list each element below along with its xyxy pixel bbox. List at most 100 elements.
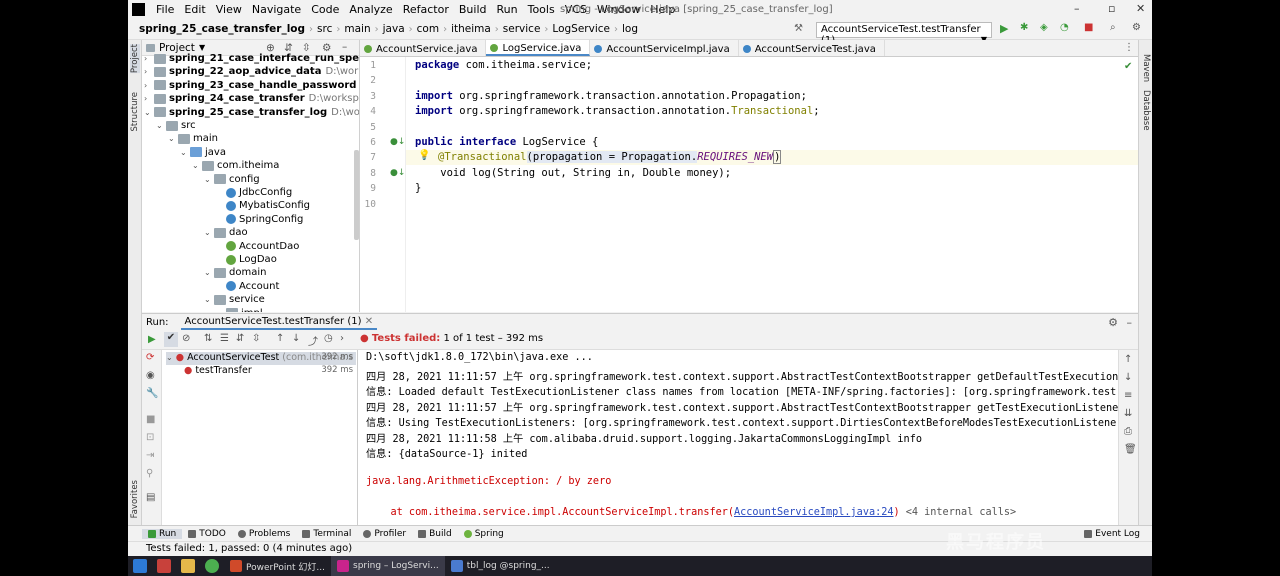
tool-tab-todo[interactable]: TODO (182, 529, 232, 539)
tool-tab-build[interactable]: Build (412, 529, 458, 539)
editor-tab[interactable]: AccountServiceTest.java (739, 40, 885, 56)
run-icon[interactable]: ▶ (1000, 22, 1008, 35)
debug-icon[interactable]: ✱ (1020, 22, 1028, 33)
close-icon[interactable]: ✕ (365, 316, 373, 327)
more-icon[interactable]: › (340, 333, 344, 344)
chevron-down-icon[interactable]: ▼ (199, 43, 205, 52)
stop-icon[interactable]: ■ (146, 414, 155, 425)
folder-icon[interactable] (181, 559, 195, 573)
tree-item[interactable]: › spring_24_case_transferD:\workspace\spr… (144, 92, 359, 105)
taskbar-database[interactable]: tbl_log @spring_... (445, 556, 556, 576)
search-icon[interactable]: ⌕ (1110, 22, 1116, 33)
chevron-down-icon[interactable]: ⌄ (192, 161, 202, 170)
settings-icon[interactable]: ⚙ (1132, 22, 1141, 33)
project-scrollbar[interactable] (354, 150, 359, 240)
internal-calls-fold[interactable]: <4 internal calls> (900, 507, 1016, 518)
tool-tab-problems[interactable]: Problems (232, 529, 296, 539)
print-icon[interactable]: ⎙ (1124, 426, 1132, 437)
menu-view[interactable]: View (211, 3, 247, 16)
maven-tool-tab[interactable]: Maven (1141, 54, 1151, 82)
app-icon[interactable] (157, 559, 171, 573)
menu-edit[interactable]: Edit (179, 3, 210, 16)
coverage-icon[interactable]: ◈ (1040, 22, 1048, 33)
tree-item[interactable]: SpringConfig (216, 213, 303, 226)
chevron-down-icon[interactable]: ⌄ (216, 309, 226, 312)
implemented-gutter-icon[interactable]: ●↓ (390, 137, 405, 147)
show-ignored-icon[interactable]: ⊘ (182, 333, 190, 344)
inspection-ok-icon[interactable]: ✔ (1124, 61, 1132, 72)
bulb-icon[interactable]: 💡 (418, 150, 430, 161)
tree-item[interactable]: › spring_22_aop_advice_dataD:\workspace\s… (144, 65, 359, 78)
run-tab[interactable]: AccountServiceTest.testTransfer (1) ✕ (180, 315, 378, 330)
rerun-icon[interactable]: ▶ (148, 334, 156, 345)
crumb-service[interactable]: service (500, 23, 544, 35)
crumb-itheima[interactable]: itheima (448, 23, 494, 35)
run-config-select[interactable]: AccountServiceTest.testTransfer (1) ▼ (816, 22, 992, 46)
menu-refactor[interactable]: Refactor (398, 3, 454, 16)
tool-tab-terminal[interactable]: Terminal (296, 529, 357, 539)
event-log-tab[interactable]: Event Log (1078, 529, 1146, 539)
tree-item[interactable]: LogDao (216, 253, 277, 266)
layout-icon[interactable]: ▤ (146, 492, 155, 503)
chrome-icon[interactable] (205, 559, 219, 573)
structure-tool-tab[interactable]: Structure (130, 92, 140, 132)
chevron-down-icon[interactable]: ⌄ (168, 134, 178, 143)
tool-tab-run[interactable]: Run (142, 528, 183, 539)
project-tool-tab[interactable]: Project (130, 44, 140, 74)
code-editor[interactable]: 1 2 3 4 5 6 7 8 9 10 ●↓ ●↓ 💡 package com.itheima.… (360, 57, 1138, 312)
menu-build[interactable]: Build (454, 3, 492, 16)
trash-icon[interactable]: 🗑 (1124, 444, 1137, 455)
export-icon[interactable]: ⤴ (308, 333, 318, 348)
next-failed-icon[interactable]: ↓ (292, 333, 300, 344)
scroll-to-end-icon[interactable]: ⇊ (1124, 408, 1132, 419)
taskbar-powerpoint[interactable]: PowerPoint 幻灯... (224, 556, 331, 576)
chevron-right-icon[interactable]: › (144, 81, 154, 90)
tree-item[interactable]: ⌄ config (204, 173, 260, 186)
crumb-com[interactable]: com (414, 23, 442, 35)
profile-icon[interactable]: ◔ (1060, 22, 1069, 33)
tree-item[interactable]: AccountDao (216, 240, 299, 253)
chevron-right-icon[interactable]: › (144, 94, 154, 103)
menu-navigate[interactable]: Navigate (247, 3, 306, 16)
tree-item[interactable]: Account (216, 280, 279, 293)
hammer-icon[interactable]: ⚒ (794, 23, 803, 34)
tree-item[interactable]: ⌄ java (180, 146, 226, 159)
more-tabs-icon[interactable]: ⋮ (1124, 42, 1134, 53)
chevron-down-icon[interactable]: ⌄ (204, 175, 214, 184)
chevron-down-icon[interactable]: ⌄ (204, 295, 214, 304)
database-tool-tab[interactable]: Database (1141, 90, 1151, 131)
close-icon[interactable]: ✕ (1136, 2, 1145, 15)
menu-analyze[interactable]: Analyze (344, 3, 397, 16)
pin-icon[interactable]: ⚲ (146, 468, 153, 479)
gear-icon[interactable]: ⚙ (1108, 316, 1118, 329)
chevron-down-icon[interactable]: ⌄ (204, 228, 214, 237)
tree-item[interactable]: ⌄ main (168, 132, 218, 145)
exit-icon[interactable]: ⇥ (146, 450, 154, 461)
chevron-right-icon[interactable]: › (144, 67, 154, 76)
tree-item[interactable]: ⌄ src (156, 119, 196, 132)
chevron-down-icon[interactable]: ⌄ (156, 121, 166, 130)
stack-trace-link[interactable]: AccountServiceImpl.java:24 (734, 507, 893, 518)
tree-item[interactable]: JdbcConfig (216, 186, 292, 199)
tree-item[interactable]: ⌄ dao (204, 226, 248, 239)
crumb-main[interactable]: main (341, 23, 373, 35)
stop-icon[interactable]: ■ (1084, 22, 1093, 33)
toggle-auto-test-icon[interactable]: ◉ (146, 370, 155, 381)
implemented-gutter-icon[interactable]: ●↓ (390, 168, 405, 178)
tree-item[interactable]: ›spring_23_case_handle_passwordD:\works (144, 79, 359, 92)
crumb-logservice[interactable]: LogService (549, 23, 613, 35)
editor-tab[interactable]: AccountServiceImpl.java (590, 40, 739, 56)
chevron-right-icon[interactable]: › (144, 54, 154, 63)
crumb-log[interactable]: log (619, 23, 641, 35)
tree-item[interactable]: ⌄ com.itheima (192, 159, 279, 172)
console-output[interactable]: D:\soft\jdk1.8.0_172\bin\java.exe ... 四月 … (358, 350, 1118, 525)
test-suite-row[interactable]: ⌄ ● AccountServiceTest (com.itheima.s 39… (166, 352, 356, 365)
menu-code[interactable]: Code (306, 3, 344, 16)
favorites-tool-tab[interactable]: Favorites (130, 480, 140, 518)
camera-icon[interactable]: ⊡ (146, 432, 154, 443)
tree-item[interactable]: ›spring_21_case_interface_run_speedD:\wo… (144, 52, 359, 65)
maximize-icon[interactable]: ▫ (1108, 2, 1115, 15)
previous-failed-icon[interactable]: ↑ (276, 333, 284, 344)
editor-tab[interactable]: AccountService.java (360, 40, 487, 56)
sort-alpha-icon[interactable]: ⇅ (204, 333, 212, 344)
